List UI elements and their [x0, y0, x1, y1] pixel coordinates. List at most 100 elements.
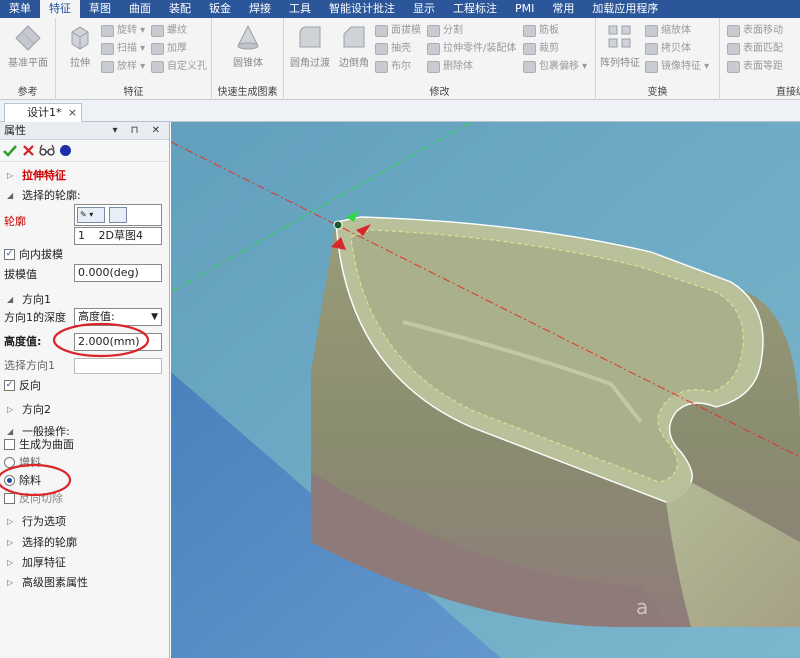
wrap-offset-button[interactable]: 包裹偏移 ▾: [522, 59, 587, 75]
add-material-radio[interactable]: [4, 457, 15, 468]
add-material-row[interactable]: 增料: [0, 453, 170, 473]
cone-button[interactable]: 圆锥体: [226, 22, 270, 72]
pattern-button[interactable]: 阵列特征: [598, 22, 642, 72]
reverse-row[interactable]: ✓ 反向: [0, 376, 170, 396]
delete-body-button[interactable]: 删除体: [426, 59, 473, 75]
collapse-arrow-icon: ◢: [7, 295, 14, 304]
draft-value-input[interactable]: 0.000(deg): [74, 264, 162, 282]
menu-tools[interactable]: 工具: [280, 0, 320, 18]
match-face-button[interactable]: 表面匹配: [726, 41, 783, 57]
model-canvas[interactable]: a: [171, 122, 800, 658]
copy-body-button[interactable]: 拷贝体: [644, 41, 691, 57]
behavior-options-row[interactable]: ▷ 行为选项: [0, 512, 170, 532]
menu-drawing-annotation[interactable]: 工程标注: [444, 0, 506, 18]
boolean-button[interactable]: 布尔: [374, 59, 411, 75]
extrude-part-button[interactable]: 拉伸零件/装配体: [426, 41, 516, 57]
select-direction1-label: 选择方向1: [4, 359, 55, 372]
sweep-icon: [101, 43, 114, 55]
draft-icon: [375, 25, 388, 37]
reverse-cut-row[interactable]: 反向切除: [0, 489, 170, 509]
selected-profile2-row[interactable]: ▷ 选择的轮廓: [0, 533, 170, 553]
panel-controls[interactable]: ▾ ⊓ ✕: [112, 122, 165, 140]
custom-hole-button[interactable]: 自定义孔: [150, 59, 207, 75]
edit-sketch-icon[interactable]: ✎ ▾: [77, 207, 105, 223]
extrude-feature-row[interactable]: ▷ 拉伸特征: [0, 166, 170, 186]
remove-material-radio[interactable]: [4, 475, 15, 486]
menu-main[interactable]: 菜单: [0, 0, 40, 18]
select-sketch-icon[interactable]: [109, 207, 127, 223]
ribbon-group-feature: 拉伸 旋转 ▾ 扫描 ▾ 放样 ▾ 螺纹 加厚 自定义孔 特征: [56, 18, 212, 100]
selected-profile-row[interactable]: ◢ 选择的轮廓:: [0, 186, 170, 206]
add-material-label: 增料: [19, 456, 41, 469]
advanced-props-row[interactable]: ▷ 高级图素属性: [0, 573, 170, 593]
base-plane-button[interactable]: 基准平面: [6, 22, 50, 72]
document-tab[interactable]: 设计1* ×: [4, 103, 82, 122]
cancel-icon[interactable]: [22, 144, 35, 157]
boolean-icon: [375, 61, 388, 73]
menu-feature[interactable]: 特征: [40, 0, 80, 18]
direction2-row[interactable]: ▷ 方向2: [0, 400, 170, 420]
chamfer-button[interactable]: 边倒角: [332, 22, 376, 72]
thicken-button[interactable]: 加厚: [150, 41, 187, 57]
reverse-cut-checkbox[interactable]: [4, 493, 15, 504]
direction1-row[interactable]: ◢ 方向1: [0, 290, 170, 310]
height-value-input[interactable]: 2.000(mm): [74, 333, 162, 351]
expand-arrow-icon: ▷: [7, 538, 14, 547]
fillet-label: 圆角过渡: [290, 58, 330, 69]
mirror-feature-button[interactable]: 镜像特征 ▾: [644, 59, 709, 75]
help-dot-icon[interactable]: [60, 145, 71, 156]
scale-body-label: 缩放体: [661, 25, 691, 36]
3d-viewport[interactable]: a: [171, 122, 800, 658]
group-label-modify: 修改: [429, 87, 450, 98]
menu-sheetmetal[interactable]: 钣金: [200, 0, 240, 18]
menu-weld[interactable]: 焊接: [240, 0, 280, 18]
menu-pmi[interactable]: PMI: [506, 0, 543, 18]
plane-icon: [15, 25, 41, 51]
split-icon: [427, 25, 440, 37]
reverse-cut-label: 反向切除: [19, 492, 63, 505]
menu-assembly[interactable]: 装配: [160, 0, 200, 18]
extrude-button[interactable]: 拉伸: [58, 22, 102, 72]
rib-button[interactable]: 筋板: [522, 23, 559, 39]
menu-addins[interactable]: 加载应用程序: [583, 0, 667, 18]
draft-label: 面拔模: [391, 25, 421, 36]
make-surface-row[interactable]: 生成为曲面: [0, 435, 170, 455]
close-icon[interactable]: ×: [68, 104, 77, 121]
menu-display[interactable]: 显示: [404, 0, 444, 18]
height-label: 高度值:: [4, 335, 42, 348]
inward-draft-checkbox[interactable]: ✓: [4, 249, 15, 260]
remove-material-row[interactable]: 除料: [0, 471, 170, 491]
ribbon-group-modify: 圆角过渡 边倒角 面拔模 抽壳 布尔 分割 拉伸零件/装配体 删除体 筋板 裁剪…: [284, 18, 596, 100]
make-surface-checkbox[interactable]: [4, 439, 15, 450]
direction1-depth-select[interactable]: 高度值: ▼: [74, 308, 162, 326]
menu-smart-design[interactable]: 智能设计批注: [320, 0, 404, 18]
group-label-feature: 特征: [123, 87, 144, 98]
shell-button[interactable]: 抽壳: [374, 41, 411, 57]
move-face-button[interactable]: 表面移动: [726, 23, 783, 39]
reverse-checkbox[interactable]: ✓: [4, 380, 15, 391]
menu-common[interactable]: 常用: [543, 0, 583, 18]
menu-surface[interactable]: 曲面: [120, 0, 160, 18]
sweep-button[interactable]: 扫描 ▾: [100, 41, 145, 57]
preview-glasses-icon[interactable]: [39, 144, 55, 157]
menu-sketch[interactable]: 草图: [80, 0, 120, 18]
cone-icon: [237, 24, 259, 50]
equal-face-button[interactable]: 表面等距: [726, 59, 783, 75]
revolve-button[interactable]: 旋转 ▾: [100, 23, 145, 39]
extrude-label: 拉伸: [70, 58, 90, 69]
equal-face-label: 表面等距: [743, 61, 783, 72]
trim-button[interactable]: 裁剪: [522, 41, 559, 57]
expand-arrow-icon: ▷: [7, 171, 14, 180]
thread-label: 螺纹: [167, 25, 187, 36]
draft-button[interactable]: 面拔模: [374, 23, 421, 39]
loft-button[interactable]: 放样 ▾: [100, 59, 145, 75]
check-icon[interactable]: [3, 144, 17, 158]
fillet-button[interactable]: 圆角过渡: [288, 22, 332, 72]
profile-list[interactable]: 1 2D草图4: [74, 227, 162, 245]
thicken-feature-row[interactable]: ▷ 加厚特征: [0, 553, 170, 573]
split-button[interactable]: 分割: [426, 23, 463, 39]
inward-draft-row[interactable]: ✓ 向内拔模: [0, 245, 170, 265]
select-direction1-field[interactable]: [74, 358, 162, 374]
scale-body-button[interactable]: 缩放体: [644, 23, 691, 39]
thread-button[interactable]: 螺纹: [150, 23, 187, 39]
